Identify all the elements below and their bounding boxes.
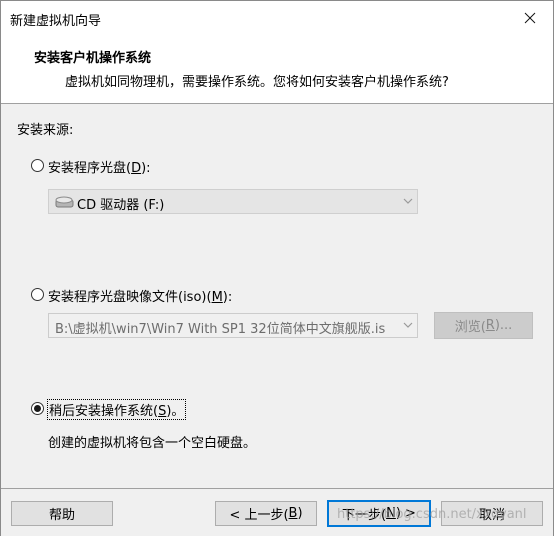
disc-drive-value: CD 驱动器 (F:) — [77, 198, 165, 213]
watermark: https://blog.csdn.net/xxoyanl — [337, 507, 527, 522]
iso-path-input[interactable]: B:\虚拟机\win7\Win7 With SP1 32位简体中文旗舰版.is — [48, 313, 418, 338]
close-icon — [524, 12, 536, 24]
install-source-label: 安装来源: — [17, 123, 74, 138]
chevron-down-icon — [403, 322, 413, 328]
cd-drive-icon — [55, 196, 74, 208]
back-button[interactable]: < 上一步(B) — [215, 501, 317, 526]
iso-path-value: B:\虚拟机\win7\Win7 With SP1 32位简体中文旗舰版.is — [55, 322, 386, 337]
radio-install-later[interactable] — [31, 402, 44, 415]
disc-drive-select[interactable]: CD 驱动器 (F:) — [48, 189, 418, 214]
chevron-down-icon — [403, 198, 413, 204]
window-title: 新建虚拟机向导 — [10, 14, 102, 29]
new-vm-wizard-window: 新建虚拟机向导 安装客户机操作系统 虚拟机如同物理机，需要操作系统。您将如何安装… — [0, 0, 554, 536]
help-button[interactable]: 帮助 — [11, 501, 113, 526]
page-title: 安装客户机操作系统 — [34, 51, 152, 66]
install-later-option-label[interactable]: 稍后安装操作系统(S)。 — [46, 399, 187, 420]
radio-installer-disc[interactable] — [31, 159, 44, 172]
install-later-description: 创建的虚拟机将包含一个空白硬盘。 — [48, 436, 257, 451]
installer-disc-option-label[interactable]: 安装程序光盘(D): — [48, 157, 151, 176]
close-button[interactable] — [507, 1, 553, 35]
wizard-header: 安装客户机操作系统 虚拟机如同物理机，需要操作系统。您将如何安装客户机操作系统? — [1, 35, 553, 104]
installer-iso-option-label[interactable]: 安装程序光盘映像文件(iso)(M): — [48, 286, 232, 305]
radio-installer-iso[interactable] — [31, 288, 44, 301]
title-bar: 新建虚拟机向导 — [1, 1, 553, 35]
page-subtitle: 虚拟机如同物理机，需要操作系统。您将如何安装客户机操作系统? — [65, 75, 449, 90]
browse-button[interactable]: 浏览(R)... — [434, 312, 533, 339]
